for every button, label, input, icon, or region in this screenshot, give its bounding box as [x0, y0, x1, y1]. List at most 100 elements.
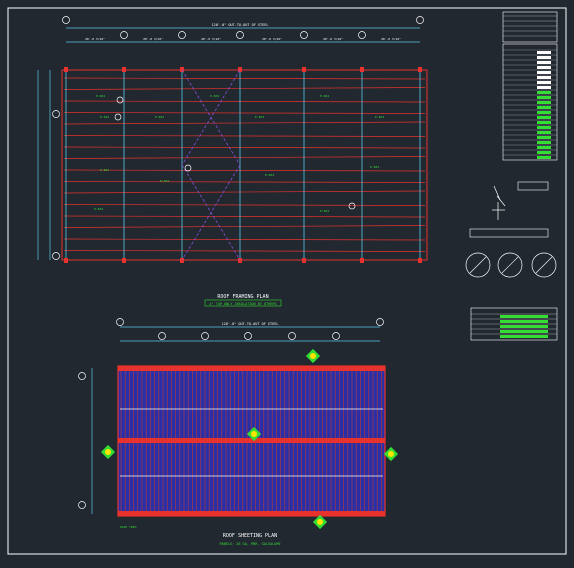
table-cell-value: [537, 91, 551, 94]
grid-bubble-sheet-b[interactable]: [78, 501, 86, 509]
grid-bubble-sheet-6[interactable]: [332, 332, 340, 340]
detail-circle-stroke: [501, 256, 519, 274]
roof-sheeting-plan[interactable]: 120'-0" OUT-TO-OUT OF STEEL ROOF SHEETIN…: [78, 318, 399, 547]
grid-bubble-sheet-5[interactable]: [288, 332, 296, 340]
grid-bubble-sheet-2[interactable]: [158, 332, 166, 340]
table-cell-value: [500, 320, 548, 323]
table-cell-value: [537, 81, 551, 84]
table-cell-value: [537, 146, 551, 149]
grid-bubble-5[interactable]: [300, 31, 308, 39]
column-base: [360, 258, 364, 263]
purlin-label: P-8Z4: [210, 94, 219, 98]
table-cell-value: [537, 66, 551, 69]
column-base: [64, 67, 68, 72]
marker-dot: [310, 353, 316, 359]
framing-title: ROOF FRAMING PLAN: [217, 294, 268, 300]
anchor-bolt-table-rows: [503, 15, 557, 37]
purlin-line: [63, 112, 426, 114]
grid-bubble-sheet-4[interactable]: [244, 332, 252, 340]
column-base: [302, 67, 306, 72]
purlin-label: P-8Z4: [100, 168, 109, 172]
grid-bubble-1[interactable]: [62, 16, 70, 24]
table-cell-value: [537, 71, 551, 74]
member-table-rows: [503, 49, 557, 159]
detail-circle-stroke: [469, 256, 487, 274]
grid-bubble-sheet-a[interactable]: [78, 372, 86, 380]
bay-dim-text: 20'-0 3/16": [323, 37, 343, 41]
table-cell-value: [537, 76, 551, 79]
table-cell-value: [500, 315, 548, 318]
table-cell-value: [537, 56, 551, 59]
grid-bubble-3[interactable]: [178, 31, 186, 39]
grid-bubble-sheet-1[interactable]: [116, 318, 124, 326]
flange-brace-detail: [492, 185, 506, 220]
section-callout[interactable]: [116, 96, 124, 104]
section-callout[interactable]: [114, 113, 122, 121]
grid-bubble-2[interactable]: [120, 31, 128, 39]
purlin-line: [63, 204, 426, 206]
table-cell-value: [537, 121, 551, 124]
purlin-label: P-8Z4: [96, 94, 105, 98]
table-cell-value: [537, 116, 551, 119]
table-cell-value: [537, 61, 551, 64]
column-base: [238, 258, 242, 263]
purlin-line: [63, 135, 426, 137]
purlin-label: P-8Z4: [100, 115, 109, 119]
purlin-label: P-8Z4: [265, 173, 274, 177]
purlin-label: P-8Z4: [255, 115, 264, 119]
grid-bubble-sheet-3[interactable]: [201, 332, 209, 340]
table-cell-value: [537, 86, 551, 89]
detail-box: [517, 181, 549, 191]
table-cell-value: [537, 111, 551, 114]
purlin-line: [63, 169, 426, 172]
table-cell-value: [537, 106, 551, 109]
purlin-label: P-8Z4: [155, 115, 164, 119]
table-cell-value: [537, 51, 551, 54]
marker-dot: [105, 449, 111, 455]
framing-subtitle: 4" TOP ONLY INSULATION BY OTHERS: [209, 302, 276, 306]
cad-drawing-canvas[interactable]: P-8Z4 P-8Z4 P-8Z4 P-8Z4 P-8Z4 P-8Z4 P-8Z4 P-8Z4…: [0, 0, 574, 564]
bay-dim-text: 20'-0 3/16": [201, 37, 221, 41]
detail-circles: [465, 252, 557, 278]
framing-column-lines: [64, 67, 422, 263]
purlin-label: P-8Z4: [94, 207, 103, 211]
anchor-bolt-table[interactable]: [502, 11, 558, 43]
table-cell-value: [537, 96, 551, 99]
framing-grid-bubbles[interactable]: [62, 16, 424, 39]
flange-brace-table-rows: [471, 313, 557, 338]
column-base: [238, 67, 242, 72]
grid-bubble-6[interactable]: [358, 31, 366, 39]
purlin-label: P-8Z4: [320, 209, 329, 213]
ridge-band-top: [118, 366, 385, 371]
purlin-label: P-8Z4: [160, 179, 169, 183]
table-cell-value: [537, 136, 551, 139]
grid-bubble-sheet-7[interactable]: [376, 318, 384, 326]
grid-bubble-side-a[interactable]: [52, 110, 60, 118]
marker-dot: [317, 519, 323, 525]
framing-bay-dims: 20'-0 3/16" 20'-0 3/16" 20'-0 3/16" 20'-0 3…: [85, 37, 401, 41]
table-cell-value: [537, 101, 551, 104]
grid-bubble-7[interactable]: [416, 16, 424, 24]
column-base: [122, 258, 126, 263]
right-tables[interactable]: [465, 11, 558, 341]
bay-dim-text: 20'-0 3/16": [143, 37, 163, 41]
column-base: [180, 67, 184, 72]
detail-box-2: [469, 228, 549, 238]
sheeting-subtitle: PANELS: 26 GA, PBR, GALVALUME: [219, 542, 280, 546]
purlin-line: [63, 100, 426, 103]
marker-dot: [388, 451, 394, 457]
bay-dim-text: 20'-0 3/16": [262, 37, 282, 41]
table-cell-value: [537, 151, 551, 154]
column-base: [418, 67, 422, 72]
ridge-band-mid: [118, 438, 385, 443]
table-cell-value: [500, 335, 548, 338]
grid-bubble-4[interactable]: [236, 31, 244, 39]
purlin-line: [63, 87, 426, 90]
purlin-line: [63, 146, 426, 149]
purlin-line: [63, 215, 426, 218]
section-callout[interactable]: [348, 202, 356, 210]
roof-framing-plan[interactable]: P-8Z4 P-8Z4 P-8Z4 P-8Z4 P-8Z4 P-8Z4 P-8Z4 P-8Z4…: [37, 16, 428, 307]
grid-bubble-side-b[interactable]: [52, 252, 60, 260]
cad-viewport[interactable]: P-8Z4 P-8Z4 P-8Z4 P-8Z4 P-8Z4 P-8Z4 P-8Z4 P-8Z4…: [0, 0, 574, 564]
column-base: [64, 258, 68, 263]
